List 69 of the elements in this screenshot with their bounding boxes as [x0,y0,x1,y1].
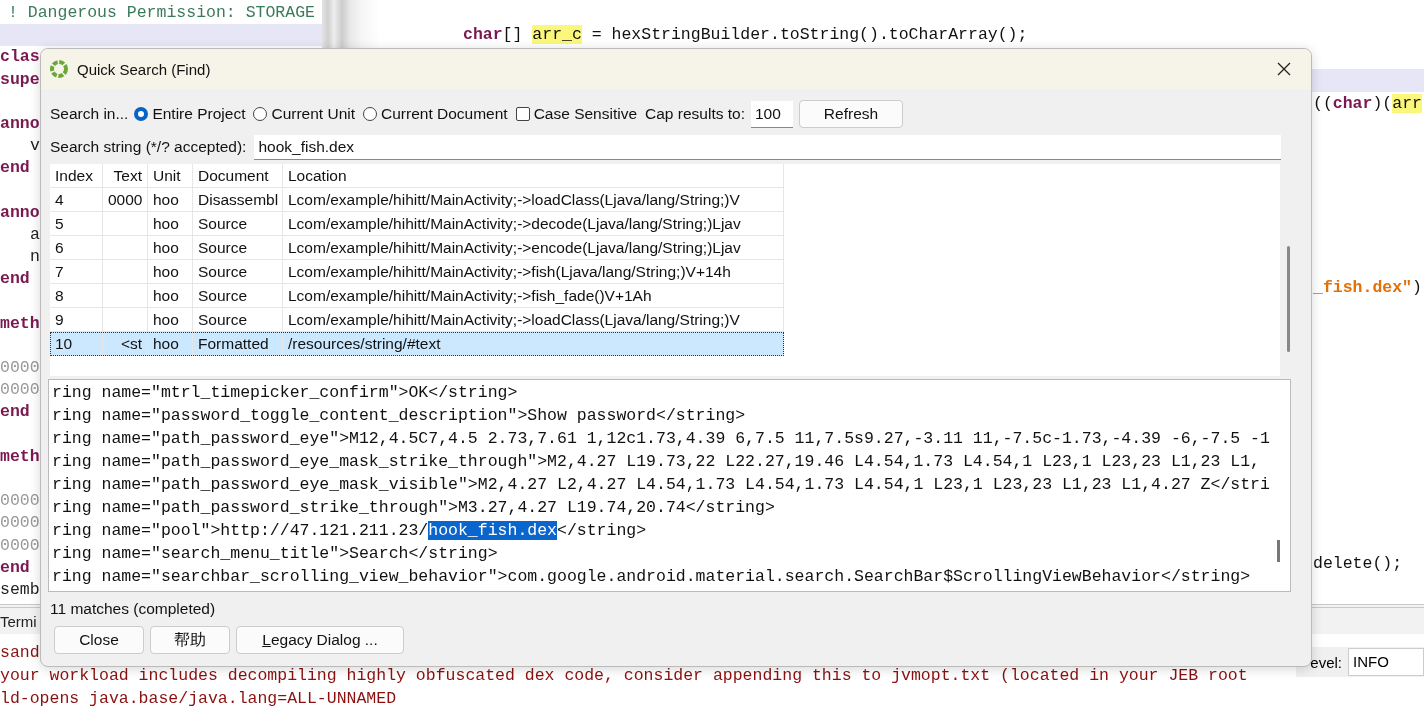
code-text: meth [0,313,40,333]
preview-line: ring name="search_menu_title">Search</string> [52,543,498,565]
search-field[interactable]: hook_fish.dex [254,134,1281,160]
code-text: end [0,269,30,289]
column-header[interactable]: Unit [148,164,193,187]
code-text: supe [0,69,40,89]
ring-icon [49,59,69,79]
code-text: anno [0,113,40,133]
code-text: semb [0,579,40,599]
dialog-button[interactable]: Legacy Dialog ... [236,626,404,654]
level-dropdown[interactable]: INFO [1348,648,1424,676]
code-text: end [0,557,30,577]
preview-line: ring name="path_password_eye">M12,4.5C7,4.5 2.73,7.61 1,12c1.73,4.39 6,7.5 11,7.5s9.27,-3.11 11,-7.5c-1.73,-4.39 -6,-7.5 -1 [52,428,1270,450]
code-text: anno [0,202,40,222]
result-row[interactable]: 8 hoo Source Lcom/example/hihitt/MainActivity;->fish_fade()V+1Ah [50,284,784,308]
console-line: your workload includes decompiling highly obfuscated dex code, consider appending this to jvmopt.txt (located in your JEB root [0,665,1248,687]
code-line: ((char)(arr [1313,94,1422,113]
cap-label: Cap results to: [645,105,745,123]
level-label: evel: [1310,653,1342,671]
result-row[interactable]: 7 hoo Source Lcom/example/hihitt/MainActivity;->fish(Ljava/lang/String;)V+14h [50,260,784,284]
close-icon[interactable] [1277,62,1291,76]
column-header[interactable]: Index [50,164,103,187]
dialog-button[interactable]: Close [54,626,144,654]
case-sensitive-checkbox[interactable]: Case Sensitive [515,105,638,123]
code-text: 0000 [0,513,40,533]
code-text: end [0,158,30,178]
scrollbar-thumb[interactable] [1277,540,1280,562]
preview-line: ring name="path_password_strike_through">M3.27,4.27 L19.74,20.74</string> [52,497,775,519]
result-row[interactable]: 10 <st hoo Formatted /resources/string/#text [50,332,784,356]
result-row[interactable]: 6 hoo Source Lcom/example/hihitt/MainActivity;->encode(Ljava/lang/String;)Ljav [50,236,784,260]
code-text: n [30,247,40,267]
result-row[interactable]: 4 0000 hoo Disassembl Lcom/example/hihitt/MainActivity;->loadClass(Ljava/lang/String;)V [50,188,784,212]
result-row[interactable]: 5 hoo Source Lcom/example/hihitt/MainActivity;->decode(Ljava/lang/String;)Ljav [50,212,784,236]
code-text: 0000 [0,380,40,400]
code-text: 0000 [0,535,40,555]
code-line: _fish.dex") [1313,278,1422,297]
console-line: ld-opens java.base/java.lang=ALL-UNNAMED [0,688,397,710]
preview-line: ring name="path_password_eye_mask_visible">M2,4.27 L2,4.27 L4.54,1.73 L4.54,1.73 L4.54,1 L23,1 L23,23 L1,23 L1,4.27 Z</stri [52,474,1270,496]
column-header[interactable]: Location [283,164,784,187]
column-header[interactable]: Document [193,164,283,187]
preview-line: ring name="mtrl_timepicker_confirm">OK</string> [52,382,518,404]
dialog-button[interactable]: 帮助 [150,626,230,654]
scrollbar-thumb[interactable] [1287,246,1290,352]
preview-line: ring name="searchbar_scrolling_view_behavior">com.google.android.material.search.SearchBar$ScrollingViewBehavior</string> [52,566,1251,588]
cap-field[interactable]: 100 [751,100,793,128]
scope-radio[interactable]: Current Unit [253,105,355,123]
console-line: sand [0,642,40,664]
search-string-label: Search string (*/? accepted): [50,138,247,156]
window-title: Quick Search (Find) [77,60,212,78]
column-header[interactable]: Text [103,164,148,187]
code-text: clas [0,47,40,67]
terminal-tab[interactable]: Termi [0,610,37,632]
code-text: a [30,224,40,244]
preview-line: ring name="password_toggle_content_description">Show password</string> [52,405,746,427]
code-text: meth [0,446,40,466]
code-text: v [30,136,40,156]
refresh-button[interactable]: Refresh [799,100,903,128]
code-line: char[] arr_c = hexStringBuilder.toString().toCharArray(); [463,25,1028,44]
status-text: 11 matches (completed) [50,599,217,619]
scope-radio[interactable]: Entire Project [134,105,246,123]
code-text: 0000 [0,491,40,511]
code-line: delete(); [1313,554,1403,573]
preview-line: ring name="path_password_eye_mask_strike_through">M2,4.27 L19.73,22 L22.27,19.46 L4.54,1.73 L4.54,1 L23,1 L23,23 L1,23 L1, [52,451,1260,473]
preview-line: ring name="pool">http://47.121.211.23/hook_fish.dex</string> [52,520,647,542]
code-text: 0000 [0,358,40,377]
code-text: end [0,402,30,422]
code-text: ! Dangerous Permission: STORAGE [8,3,315,22]
search-in-label: Search in... [50,105,129,123]
scope-radio[interactable]: Current Document [363,105,508,123]
